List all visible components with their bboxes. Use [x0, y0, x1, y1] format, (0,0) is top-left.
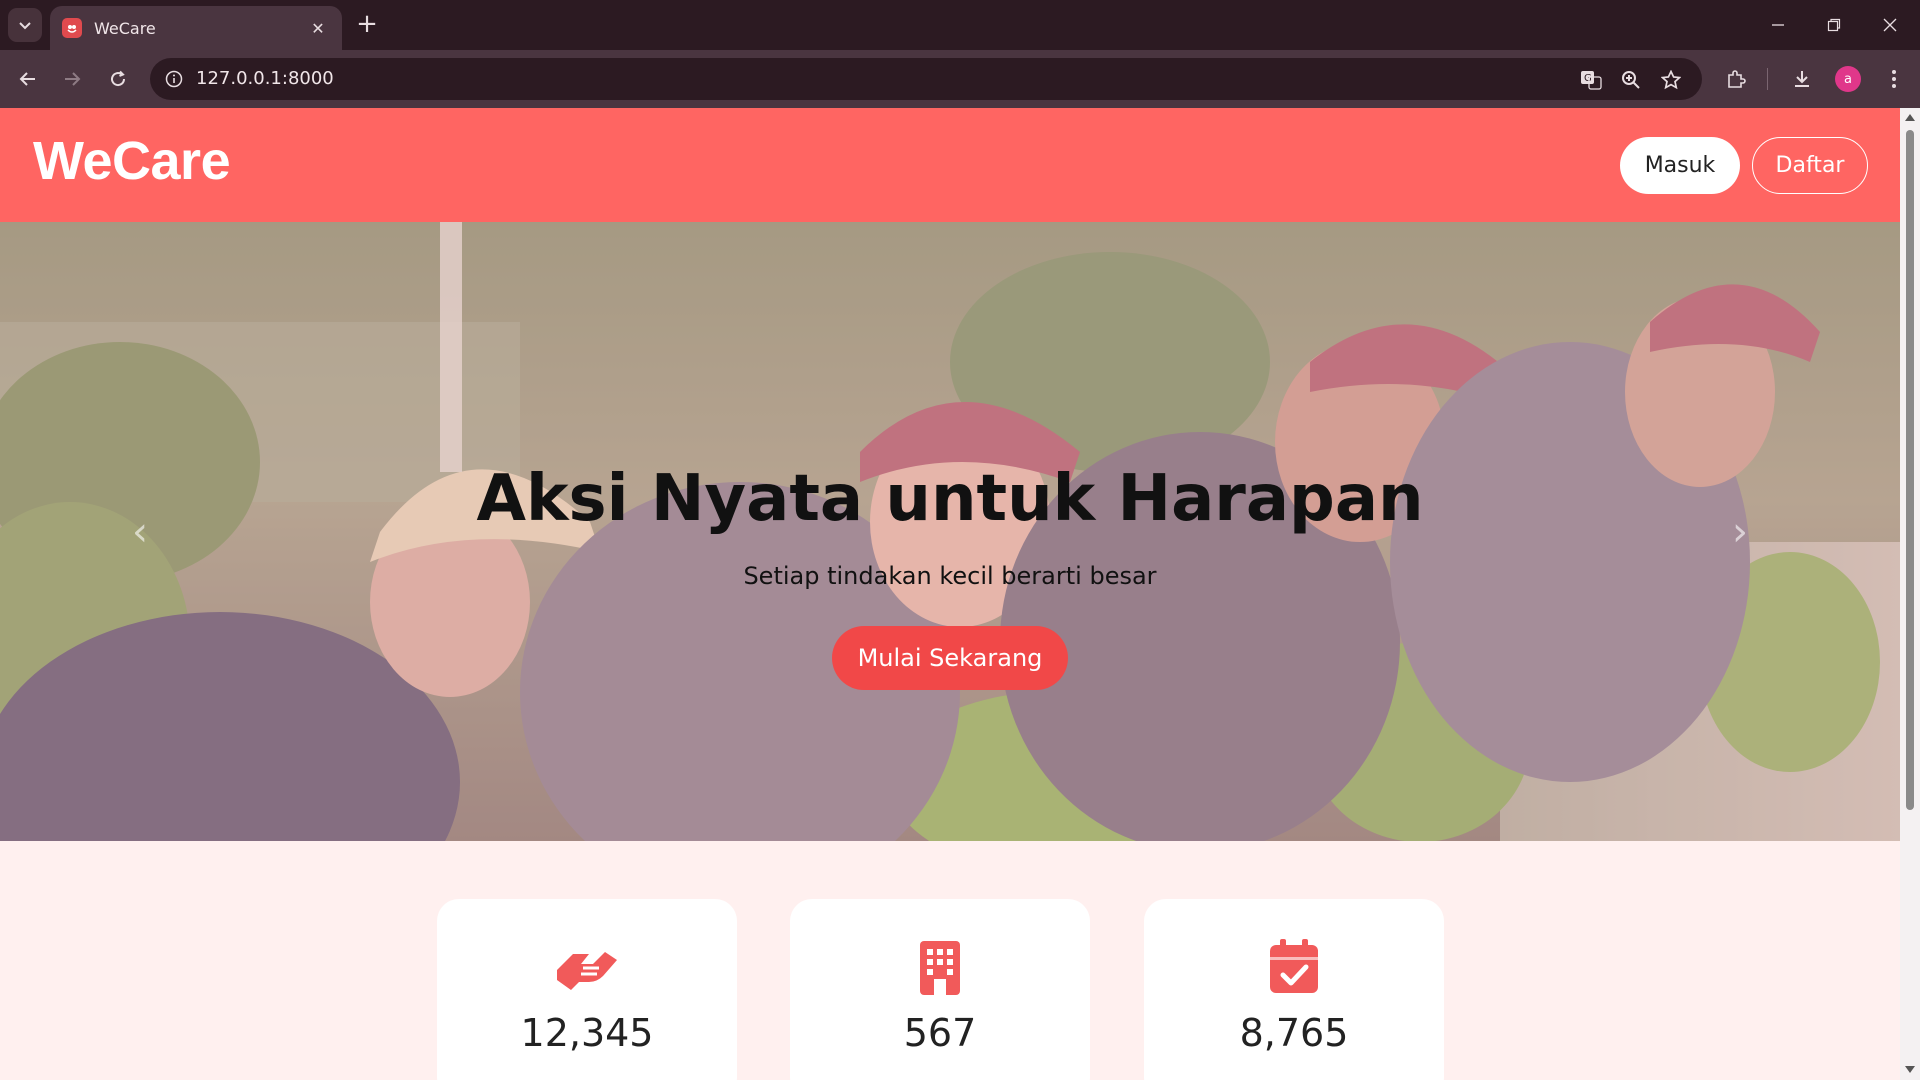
close-icon — [1883, 18, 1897, 32]
stat-card-organizations: 567 — [790, 899, 1090, 1080]
browser-toolbar: 127.0.0.1:8000 G — [0, 50, 1920, 108]
profile-avatar[interactable]: a — [1835, 66, 1861, 92]
scroll-down-arrow-icon[interactable] — [1905, 1066, 1915, 1073]
handshake-icon — [437, 937, 737, 997]
restore-icon — [1827, 18, 1841, 32]
toolbar-divider — [1767, 68, 1768, 90]
extensions-button[interactable] — [1720, 63, 1752, 95]
stat-value: 567 — [903, 1011, 977, 1055]
downloads-button[interactable] — [1786, 63, 1818, 95]
site-header: WeCare Masuk Daftar — [0, 108, 1900, 222]
arrow-right-icon — [65, 72, 81, 86]
site-logo[interactable]: WeCare — [33, 130, 231, 192]
tab-title: WeCare — [94, 18, 156, 38]
browser-tab[interactable]: WeCare ✕ — [50, 6, 342, 50]
page-scrollbar[interactable] — [1900, 108, 1920, 1080]
tab-search-button[interactable] — [8, 8, 42, 42]
translate-icon[interactable]: G — [1578, 67, 1604, 93]
hero-title: Aksi Nyata untuk Harapan — [476, 462, 1424, 536]
minimize-icon — [1772, 24, 1784, 26]
calendar-check-icon — [1144, 937, 1444, 997]
stat-value: 8,765 — [1239, 1011, 1349, 1055]
building-icon — [790, 937, 1090, 997]
reload-icon — [111, 70, 126, 87]
restore-button[interactable] — [1806, 0, 1862, 50]
arrow-left-icon — [19, 72, 35, 86]
address-bar[interactable]: 127.0.0.1:8000 G — [150, 58, 1702, 100]
browser-tab-strip: WeCare ✕ + — [0, 0, 1920, 50]
bookmark-star-icon[interactable] — [1658, 67, 1684, 93]
stat-card-events: 8,765 — [1144, 899, 1444, 1080]
kebab-menu-icon — [1892, 70, 1896, 88]
new-tab-button[interactable]: + — [352, 10, 382, 40]
hero-subtitle: Setiap tindakan kecil berarti besar — [743, 562, 1157, 590]
wecare-favicon-icon — [62, 18, 82, 38]
back-button[interactable] — [12, 63, 44, 95]
stat-card-volunteers: 12,345 — [437, 899, 737, 1080]
register-button[interactable]: Daftar — [1752, 137, 1868, 194]
menu-button[interactable] — [1878, 63, 1910, 95]
svg-text:G: G — [1584, 73, 1592, 84]
login-button[interactable]: Masuk — [1620, 137, 1740, 194]
scrollbar-thumb[interactable] — [1906, 130, 1914, 810]
hero-carousel: ‹ › Aksi Nyata untuk Harapan Setiap tind… — [0, 222, 1900, 841]
download-icon — [1795, 71, 1809, 87]
start-now-button[interactable]: Mulai Sekarang — [832, 626, 1068, 690]
forward-button[interactable] — [56, 63, 88, 95]
minimize-button[interactable] — [1750, 0, 1806, 50]
url-text: 127.0.0.1:8000 — [196, 68, 334, 89]
puzzle-icon — [1728, 70, 1746, 88]
close-tab-icon[interactable]: ✕ — [306, 19, 330, 38]
stat-value: 12,345 — [520, 1011, 654, 1055]
page-viewport: WeCare Masuk Daftar ‹ › Aksi Nyata untuk… — [0, 108, 1900, 1080]
close-window-button[interactable] — [1862, 0, 1918, 50]
site-info-icon[interactable] — [162, 67, 186, 91]
reload-button[interactable] — [102, 63, 134, 95]
zoom-icon[interactable] — [1618, 67, 1644, 93]
scroll-up-arrow-icon[interactable] — [1905, 114, 1915, 121]
chevron-down-icon — [19, 22, 31, 30]
